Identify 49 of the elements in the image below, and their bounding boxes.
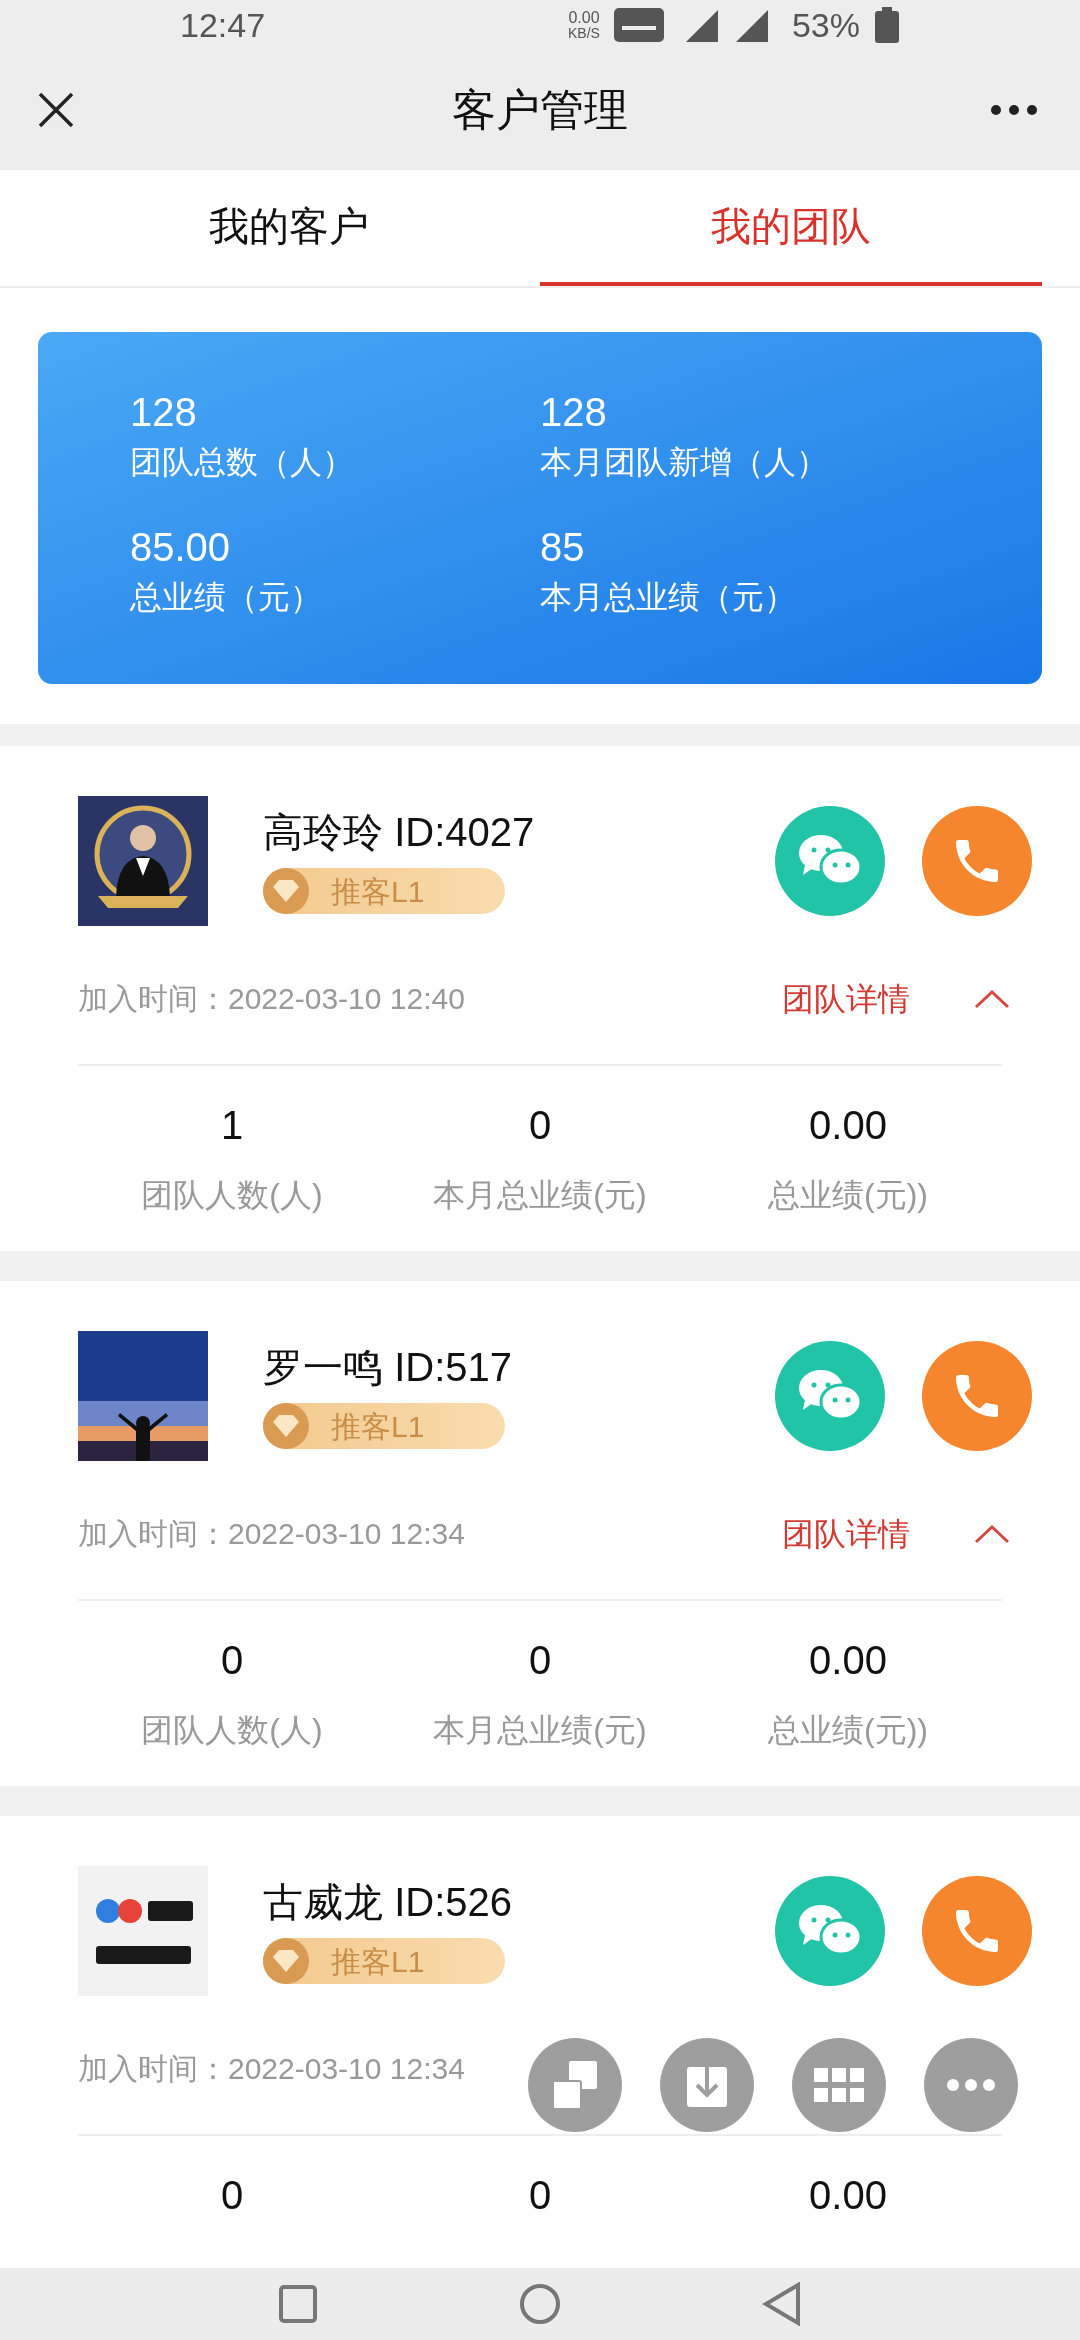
stat-label: 团队人数(人) <box>141 1711 323 1750</box>
summary-label: 本月总业绩（元） <box>540 578 797 617</box>
battery-icon <box>874 7 900 43</box>
grid-icon <box>814 2068 864 2102</box>
stat-value: 0 <box>220 2172 244 2219</box>
battery-percent: 53% <box>791 4 860 46</box>
summary-value: 85.00 <box>130 524 232 571</box>
page-title: 客户管理 <box>452 84 628 136</box>
join-time: 加入时间：2022-03-10 12:34 <box>78 2051 465 2087</box>
stat-value: 0 <box>528 2172 552 2219</box>
summary-value: 85 <box>540 524 586 571</box>
net-unit: KB/S <box>568 26 600 40</box>
more-icon[interactable] <box>990 104 1038 116</box>
recents-icon[interactable] <box>278 2284 318 2324</box>
status-time: 12:47 <box>180 4 266 46</box>
join-time: 加入时间：2022-03-10 12:34 <box>78 1516 465 1552</box>
back-icon[interactable] <box>762 2282 802 2326</box>
member-name: 古威龙 ID:526 <box>263 1879 512 1926</box>
more-icon <box>946 2079 996 2091</box>
member-name: 高玲玲 ID:4027 <box>263 809 535 856</box>
net-speed: 0.00 <box>568 10 600 26</box>
team-details-link[interactable]: 团队详情 <box>782 1509 910 1558</box>
join-time: 加入时间：2022-03-10 12:40 <box>78 981 465 1017</box>
network-type-icon <box>613 8 664 42</box>
home-icon[interactable] <box>518 2282 562 2326</box>
close-icon[interactable] <box>36 90 76 130</box>
stat-label: 团队人数(人) <box>141 1176 323 1215</box>
level-text: 推客L1 <box>331 873 425 910</box>
stat-value: 0 <box>220 1637 244 1684</box>
team-details-link[interactable]: 团队详情 <box>782 974 910 1023</box>
stat-label: 本月总业绩(元) <box>433 1711 647 1750</box>
stat-value: 0 <box>528 1102 552 1149</box>
stat-value: 0.00 <box>809 1102 887 1149</box>
stat-value: 1 <box>220 1102 244 1149</box>
summary-value: 128 <box>130 389 198 436</box>
stat-value: 0 <box>528 1637 552 1684</box>
summary-label: 总业绩（元） <box>130 578 323 617</box>
level-text: 推客L1 <box>331 1943 425 1980</box>
summary-label: 团队总数（人） <box>130 443 355 482</box>
stat-value: 0.00 <box>809 2172 887 2219</box>
level-text: 推客L1 <box>331 1408 425 1445</box>
stat-label: 总业绩(元)) <box>768 1176 928 1215</box>
member-name: 罗一鸣 ID:517 <box>263 1344 512 1391</box>
summary-value: 128 <box>540 389 608 436</box>
stat-value: 0.00 <box>809 1637 887 1684</box>
stat-label: 本月总业绩(元) <box>433 1176 647 1215</box>
tab[interactable]: 我的客户 <box>38 170 540 286</box>
stat-label: 总业绩(元)) <box>768 1711 928 1750</box>
summary-label: 本月团队新增（人） <box>540 443 829 482</box>
